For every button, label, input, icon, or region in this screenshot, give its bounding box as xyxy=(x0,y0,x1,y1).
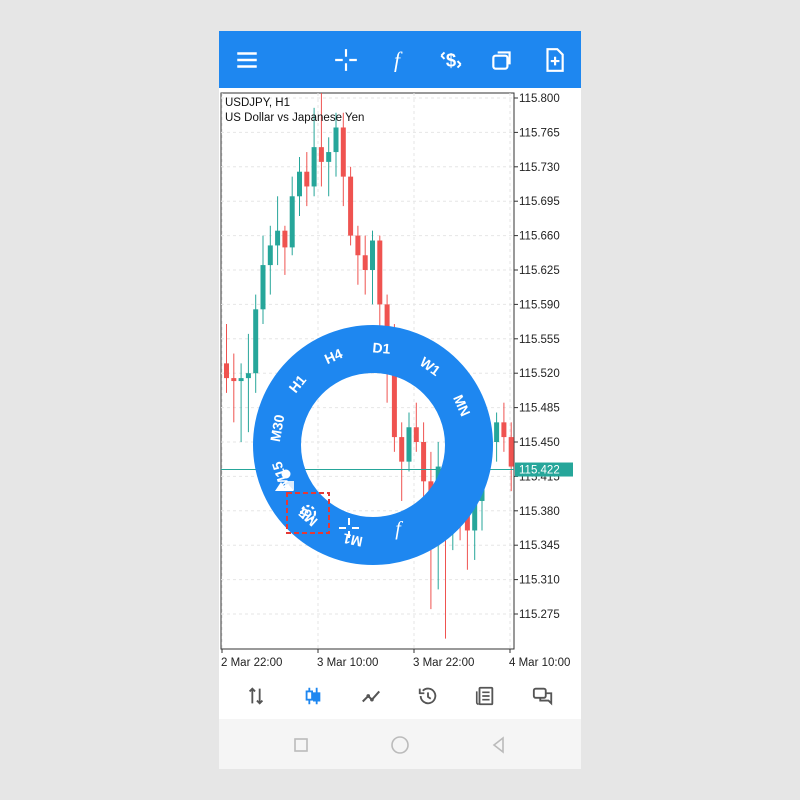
price-label: 115.695 xyxy=(519,196,560,208)
bottom-navigation xyxy=(219,671,581,719)
messages-icon[interactable] xyxy=(530,683,556,709)
recents-icon[interactable] xyxy=(291,735,311,755)
crosshair-icon[interactable] xyxy=(331,45,361,75)
candle-body xyxy=(238,378,244,382)
price-label: 115.590 xyxy=(519,299,560,311)
time-label: 4 Mar 10:00 xyxy=(509,657,570,669)
timeframe-ring-menu[interactable]: M1M5M15M30H1H4 D1W1MNf xyxy=(253,325,493,565)
chart-area[interactable]: 115.800 115.765 115.730 115.695 115.660 115.6… xyxy=(219,88,581,671)
candle-body xyxy=(348,176,354,236)
top-toolbar: f $ xyxy=(219,31,581,88)
price-label: 115.555 xyxy=(519,334,560,346)
chart-icon[interactable] xyxy=(300,683,326,709)
candle-body xyxy=(362,255,368,270)
candle-body xyxy=(267,245,273,266)
price-label: 115.380 xyxy=(519,506,560,518)
time-label: 3 Mar 22:00 xyxy=(413,657,474,669)
candle-body xyxy=(508,437,514,467)
price-label: 115.520 xyxy=(519,368,560,380)
candle-body xyxy=(370,240,375,270)
candle-body xyxy=(245,373,251,379)
symbol-description: US Dollar vs Japanese Yen xyxy=(225,112,365,124)
symbol-label: USDJPY, H1 xyxy=(225,97,290,109)
candle-body xyxy=(333,127,339,153)
current-price-label: 115.422 xyxy=(519,465,560,477)
candle-body xyxy=(282,230,288,248)
candle-body xyxy=(231,378,237,382)
time-label: 2 Mar 22:00 xyxy=(221,657,282,669)
candle-body xyxy=(311,147,317,187)
timeframe-d1[interactable]: D1 xyxy=(372,339,391,357)
history-icon[interactable] xyxy=(415,683,441,709)
trade-icon[interactable] xyxy=(358,683,384,709)
system-navigation-bar xyxy=(219,719,581,769)
candle-body xyxy=(275,230,281,246)
price-label: 115.625 xyxy=(519,265,560,277)
price-label: 115.730 xyxy=(519,162,560,174)
candle-body xyxy=(355,235,361,256)
candle-body xyxy=(501,422,507,438)
home-icon[interactable] xyxy=(390,735,410,755)
svg-text:$: $ xyxy=(446,50,456,71)
news-icon[interactable] xyxy=(472,683,498,709)
candle-body xyxy=(304,171,310,187)
price-label: 115.765 xyxy=(519,127,560,139)
candle-body xyxy=(494,422,500,442)
candle-body xyxy=(260,265,266,310)
candle-body xyxy=(340,127,346,177)
menu-icon[interactable] xyxy=(232,45,262,75)
price-label: 115.275 xyxy=(519,609,560,621)
time-label: 3 Mar 10:00 xyxy=(317,657,378,669)
new-order-icon[interactable] xyxy=(539,45,569,75)
phone-screen: f $ 115.800 115.765 115.730 115.695 115.660 1… xyxy=(219,31,581,769)
price-label: 115.485 xyxy=(519,403,560,415)
svg-text:f: f xyxy=(394,49,403,73)
candle-body xyxy=(224,363,229,379)
candle-body xyxy=(326,152,332,162)
candle-body xyxy=(318,147,324,162)
quotes-icon[interactable] xyxy=(243,683,269,709)
price-label: 115.310 xyxy=(519,575,560,587)
candle-body xyxy=(297,171,302,197)
price-label: 115.345 xyxy=(519,540,560,552)
trade-icon[interactable]: $ xyxy=(436,45,466,75)
candle-body xyxy=(289,196,295,248)
function-icon[interactable]: f xyxy=(382,45,412,75)
candle-body xyxy=(377,240,383,305)
window-icon[interactable] xyxy=(487,45,517,75)
back-icon[interactable] xyxy=(489,735,509,755)
price-label: 115.800 xyxy=(519,93,560,105)
price-label: 115.450 xyxy=(519,437,560,449)
price-label: 115.660 xyxy=(519,231,560,243)
